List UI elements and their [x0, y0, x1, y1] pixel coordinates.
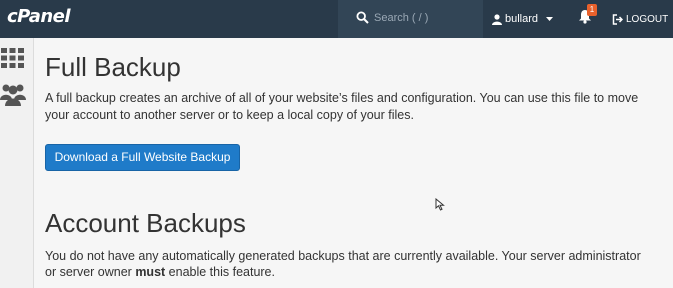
chevron-down-icon	[546, 16, 554, 21]
account-backups-text-2: enable this feature.	[165, 265, 275, 279]
logout-label: LOGOUT	[626, 13, 669, 25]
sidebar-item-tools[interactable]	[0, 42, 33, 76]
download-full-backup-button[interactable]: Download a Full Website Backup	[45, 144, 240, 171]
account-backups-heading: Account Backups	[45, 208, 246, 238]
user-icon	[492, 13, 502, 25]
user-menu[interactable]: bullard	[484, 0, 567, 38]
full-backup-heading: Full Backup	[45, 52, 181, 82]
users-icon	[0, 84, 26, 106]
search-box[interactable]	[338, 0, 483, 38]
account-backups-description: You do not have any automatically genera…	[45, 248, 655, 280]
logout-icon	[612, 13, 623, 25]
notification-badge: 1	[587, 4, 597, 16]
search-input[interactable]	[374, 9, 474, 27]
account-backups-text-bold: must	[135, 265, 166, 279]
username-label: bullard	[505, 13, 539, 25]
notifications-button[interactable]: 1	[568, 0, 606, 38]
full-backup-description: A full backup creates an archive of all …	[45, 91, 639, 122]
cpanel-logo[interactable]: cPanel	[7, 6, 71, 27]
mouse-cursor-icon	[435, 198, 445, 211]
grid-icon	[1, 48, 24, 68]
sidebar-item-users[interactable]	[0, 78, 33, 112]
sidebar	[0, 38, 34, 288]
top-navbar: cPanel bullard 1 LOGOUT	[0, 0, 673, 38]
logout-button[interactable]: LOGOUT	[612, 0, 673, 38]
search-icon[interactable]	[356, 11, 369, 24]
